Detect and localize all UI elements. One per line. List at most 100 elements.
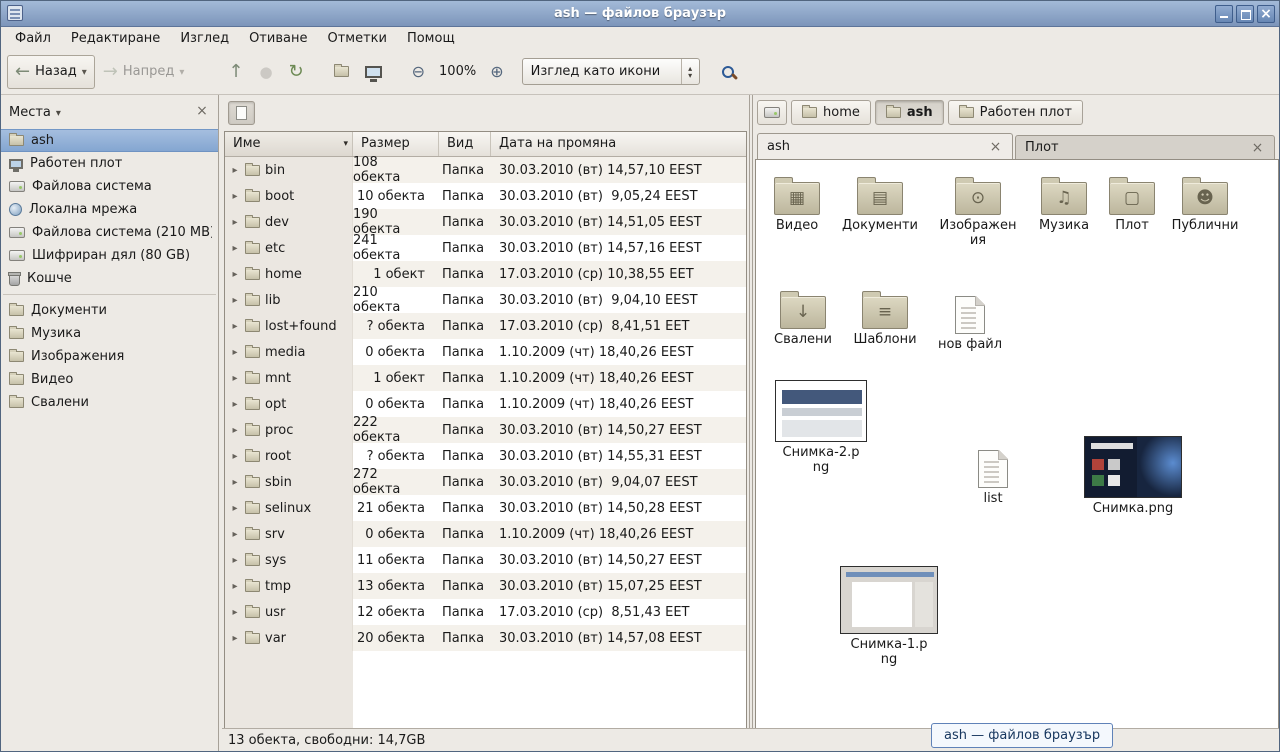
icon-view-item[interactable]: Снимка-2.png: [774, 378, 868, 475]
expander-icon[interactable]: [230, 477, 240, 488]
path-button-root[interactable]: [228, 101, 255, 125]
up-button[interactable]: [220, 55, 251, 89]
menu-item-5[interactable]: Помощ: [397, 29, 465, 48]
table-row[interactable]: opt0 обектаПапка1.10.2009 (чт) 18,40,26 …: [225, 391, 746, 417]
sidebar-item-12[interactable]: Свалени: [1, 391, 218, 414]
path-button-filesystem[interactable]: [757, 100, 787, 125]
minimize-button[interactable]: [1215, 5, 1233, 23]
expander-icon[interactable]: [230, 503, 240, 514]
sidebar-item-2[interactable]: Файлова система: [1, 175, 218, 198]
icon-view-item[interactable]: ☻Публични: [1158, 174, 1252, 233]
table-row[interactable]: dev190 обектаПапка30.03.2010 (вт) 14,51,…: [225, 209, 746, 235]
table-row[interactable]: home1 обектПапка17.03.2010 (ср) 10,38,55…: [225, 261, 746, 287]
table-row[interactable]: media0 обектаПапка1.10.2009 (чт) 18,40,2…: [225, 339, 746, 365]
sidebar-item-9[interactable]: Музика: [1, 322, 218, 345]
expander-icon[interactable]: [230, 425, 240, 436]
table-row[interactable]: root? обектаПапка30.03.2010 (вт) 14,55,3…: [225, 443, 746, 469]
table-row[interactable]: proc222 обектаПапка30.03.2010 (вт) 14,50…: [225, 417, 746, 443]
sidebar-item-8[interactable]: Документи: [1, 299, 218, 322]
taskbar-window-hint[interactable]: ash — файлов браузър: [931, 723, 1113, 748]
icon-view-item[interactable]: нов файл: [923, 290, 1017, 352]
back-button[interactable]: Назад: [7, 55, 95, 89]
table-row[interactable]: bin108 обектаПапка30.03.2010 (вт) 14,57,…: [225, 157, 746, 183]
expander-icon[interactable]: [230, 529, 240, 540]
icon-view-item[interactable]: ▦Видео: [755, 174, 844, 233]
home-button[interactable]: [326, 55, 357, 89]
column-header-0[interactable]: Име▾: [225, 132, 353, 156]
expander-icon[interactable]: [230, 451, 240, 462]
tab-1[interactable]: Плот×: [1015, 135, 1275, 159]
path-button-2[interactable]: Работен плот: [948, 100, 1083, 125]
expander-icon[interactable]: [230, 321, 240, 332]
table-row[interactable]: boot10 обектаПапка30.03.2010 (вт) 9,05,2…: [225, 183, 746, 209]
menu-item-1[interactable]: Редактиране: [61, 29, 170, 48]
menu-item-2[interactable]: Изглед: [170, 29, 239, 48]
expander-icon[interactable]: [230, 191, 240, 202]
table-row[interactable]: lost+found? обектаПапка17.03.2010 (ср) 8…: [225, 313, 746, 339]
titlebar[interactable]: ash — файлов браузър: [1, 1, 1279, 27]
stop-button[interactable]: [251, 55, 280, 89]
icon-view-item[interactable]: Снимка.png: [1086, 434, 1180, 516]
expander-icon[interactable]: [230, 269, 240, 280]
expander-icon[interactable]: [230, 217, 240, 228]
sidebar-item-5[interactable]: Шифриран дял (80 GB): [1, 244, 218, 267]
close-button[interactable]: [1257, 5, 1275, 23]
table-row[interactable]: usr12 обектаПапка17.03.2010 (ср) 8,51,43…: [225, 599, 746, 625]
expander-icon[interactable]: [230, 373, 240, 384]
menu-item-0[interactable]: Файл: [5, 29, 61, 48]
table-row[interactable]: tmp13 обектаПапка30.03.2010 (вт) 15,07,2…: [225, 573, 746, 599]
table-row[interactable]: srv0 обектаПапка1.10.2009 (чт) 18,40,26 …: [225, 521, 746, 547]
table-row[interactable]: sbin272 обектаПапка30.03.2010 (вт) 9,04,…: [225, 469, 746, 495]
expander-icon[interactable]: [230, 399, 240, 410]
path-button-1[interactable]: ash: [875, 100, 944, 125]
sidebar-item-1[interactable]: Работен плот: [1, 152, 218, 175]
tab-close-icon[interactable]: ×: [1250, 141, 1265, 155]
places-close-icon[interactable]: [194, 104, 210, 120]
expander-icon[interactable]: [230, 347, 240, 358]
sidebar-item-0[interactable]: ash: [1, 129, 218, 152]
icon-view-item[interactable]: ↓Свалени: [756, 288, 850, 347]
menu-item-4[interactable]: Отметки: [317, 29, 396, 48]
table-row[interactable]: lib210 обектаПапка30.03.2010 (вт) 9,04,1…: [225, 287, 746, 313]
column-header-1[interactable]: Размер: [353, 132, 439, 156]
path-button-0[interactable]: home: [791, 100, 871, 125]
tab-close-icon[interactable]: ×: [988, 140, 1003, 154]
table-row[interactable]: var20 обектаПапка30.03.2010 (вт) 14,57,0…: [225, 625, 746, 651]
expander-icon[interactable]: [230, 165, 240, 176]
menu-item-3[interactable]: Отиване: [239, 29, 317, 48]
places-dropdown-icon[interactable]: [56, 105, 61, 120]
expander-icon[interactable]: [230, 581, 240, 592]
icon-view-item[interactable]: Снимка-1.png: [842, 564, 936, 667]
icon-view-item[interactable]: ⊙Изображения: [931, 174, 1025, 248]
column-header-3[interactable]: Дата на промяна: [491, 132, 746, 156]
table-row[interactable]: mnt1 обектПапка1.10.2009 (чт) 18,40,26 E…: [225, 365, 746, 391]
forward-button[interactable]: Напред: [95, 55, 193, 89]
icon-view-item[interactable]: ≡Шаблони: [838, 288, 932, 347]
expander-icon[interactable]: [230, 633, 240, 644]
icon-view-item[interactable]: list: [946, 444, 1040, 506]
file-name-cell: bin: [225, 157, 353, 183]
icon-view-item[interactable]: ▤Документи: [833, 174, 927, 233]
back-dropdown-icon[interactable]: [82, 61, 87, 82]
computer-button[interactable]: [357, 55, 390, 89]
sidebar-item-10[interactable]: Изображения: [1, 345, 218, 368]
expander-icon[interactable]: [230, 243, 240, 254]
table-row[interactable]: selinux21 обектаПапка30.03.2010 (вт) 14,…: [225, 495, 746, 521]
search-button[interactable]: [714, 55, 742, 89]
expander-icon[interactable]: [230, 295, 240, 306]
expander-icon[interactable]: [230, 555, 240, 566]
table-row[interactable]: etc241 обектаПапка30.03.2010 (вт) 14,57,…: [225, 235, 746, 261]
view-mode-select[interactable]: Изглед като икони: [522, 58, 700, 85]
column-header-2[interactable]: Вид: [439, 132, 491, 156]
reload-button[interactable]: [281, 55, 312, 89]
sidebar-item-3[interactable]: Локална мрежа: [1, 198, 218, 221]
zoom-in-button[interactable]: [482, 55, 511, 89]
sidebar-item-4[interactable]: Файлова система (210 MB): [1, 221, 218, 244]
zoom-out-button[interactable]: [404, 55, 433, 89]
sidebar-item-11[interactable]: Видео: [1, 368, 218, 391]
sidebar-item-6[interactable]: Кошче: [1, 267, 218, 290]
expander-icon[interactable]: [230, 607, 240, 618]
tab-0[interactable]: ash×: [757, 133, 1013, 159]
table-row[interactable]: sys11 обектаПапка30.03.2010 (вт) 14,50,2…: [225, 547, 746, 573]
maximize-button[interactable]: [1236, 5, 1254, 23]
